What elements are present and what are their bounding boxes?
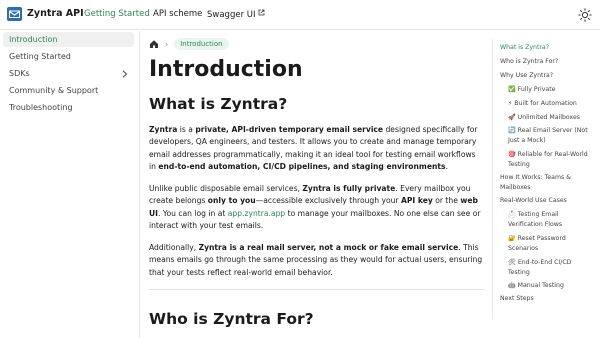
- toc-item[interactable]: 🤖 Manual Testing: [508, 281, 592, 291]
- privacy-paragraph: Unlike public disposable email services,…: [149, 184, 481, 230]
- app-link[interactable]: app.zyntra.app: [228, 209, 285, 218]
- top-navbar: Zyntra API Getting Started API scheme Sw…: [0, 0, 600, 30]
- toc-item[interactable]: 🚀 Unlimited Mailboxes: [508, 113, 592, 123]
- sidebar-item-community-support[interactable]: Community & Support: [3, 83, 134, 98]
- toc-item[interactable]: Why Use Zyntra?: [500, 71, 600, 81]
- toc-item[interactable]: What is Zyntra?: [500, 43, 600, 53]
- sidebar-item-getting-started[interactable]: Getting Started: [3, 49, 134, 64]
- toc-item[interactable]: 📩 Testing Email Verification Flows: [508, 210, 592, 229]
- intro-paragraph: Zyntra is a private, API-driven temporar…: [149, 125, 478, 171]
- toc-border: [492, 39, 493, 319]
- chevron-right-icon[interactable]: [122, 70, 128, 78]
- main-content: › Introduction Introduction What is Zynt…: [141, 31, 491, 338]
- sidebar-item-label: SDKs: [9, 69, 30, 78]
- toc-item[interactable]: 🎯 Reliable for Real-World Testing: [508, 150, 592, 169]
- sun-icon[interactable]: [578, 8, 592, 22]
- sidebar-item-sdks[interactable]: SDKs: [3, 66, 134, 81]
- toc-item[interactable]: Next Steps: [500, 294, 600, 304]
- toc-item[interactable]: How It Works: Teams & Mailboxes: [500, 173, 600, 192]
- brand-title[interactable]: Zyntra API: [27, 8, 84, 19]
- toc-item[interactable]: 🔄 Real Email Server (Not Just a Mock): [508, 126, 592, 145]
- breadcrumb: › Introduction: [149, 38, 229, 50]
- heading-who-is-zyntra-for: Who is Zyntra For?: [149, 310, 314, 328]
- page-title: Introduction: [149, 57, 303, 82]
- external-link-icon: [258, 9, 264, 16]
- nav-swagger-ui[interactable]: Swagger UI: [207, 9, 265, 20]
- divider: [149, 289, 485, 290]
- nav-getting-started[interactable]: Getting Started: [84, 9, 150, 19]
- toc-item[interactable]: Who is Zyntra For?: [500, 57, 600, 67]
- breadcrumb-separator: ›: [165, 39, 169, 49]
- table-of-contents: What is Zyntra? Who is Zyntra For? Why U…: [492, 31, 600, 338]
- toc-item[interactable]: ✅ Fully Private: [508, 85, 592, 95]
- nav-api-scheme[interactable]: API scheme: [153, 9, 202, 19]
- heading-what-is-zyntra: What is Zyntra?: [149, 95, 288, 113]
- toc-item[interactable]: 🛠 End-to-End CI/CD Testing: [508, 258, 592, 277]
- toc-item[interactable]: Real-World Use Cases: [500, 196, 600, 206]
- breadcrumb-current: Introduction: [174, 38, 229, 50]
- sidebar-item-introduction[interactable]: Introduction: [3, 32, 134, 47]
- nav-swagger-label: Swagger UI: [207, 10, 256, 20]
- sidebar: Introduction Getting Started SDKs Commun…: [0, 31, 140, 338]
- real-server-paragraph: Additionally, Zyntra is a real mail serv…: [149, 243, 483, 277]
- logo-icon[interactable]: [7, 7, 22, 21]
- toc-item[interactable]: 🔐 Reset Password Scenarios: [508, 234, 592, 253]
- home-icon[interactable]: [149, 39, 159, 49]
- sidebar-item-troubleshooting[interactable]: Troubleshooting: [3, 100, 134, 115]
- toc-item[interactable]: ⚡ Built for Automation: [508, 99, 592, 109]
